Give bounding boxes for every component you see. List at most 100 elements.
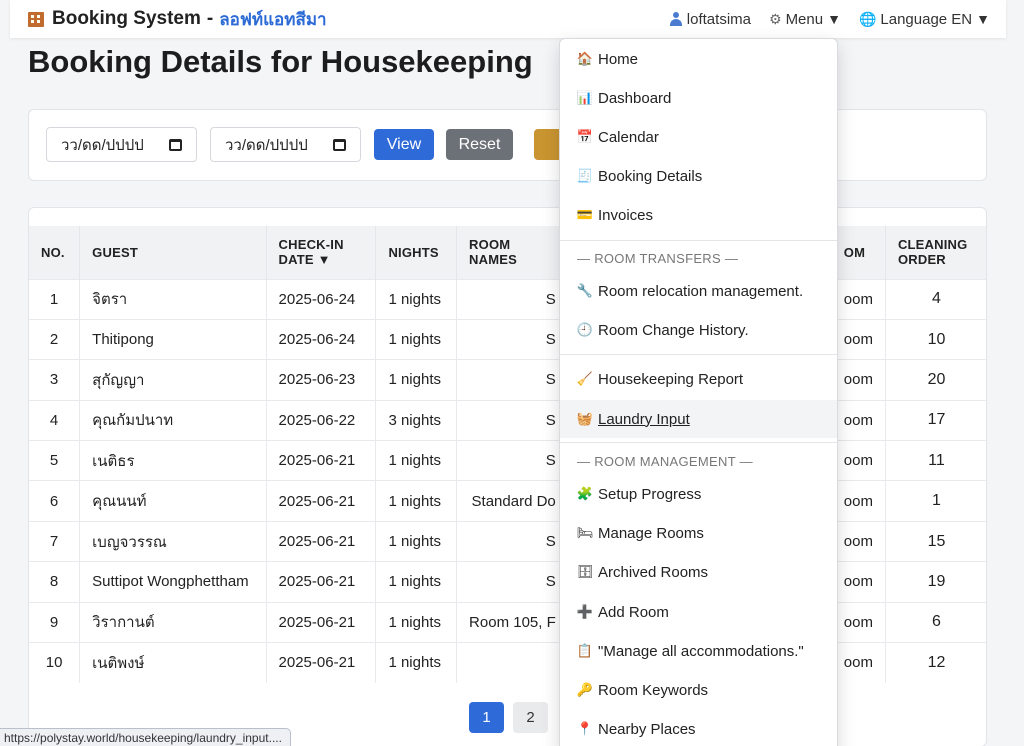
menu-item-room-relocation-management[interactable]: 🔧 Room relocation management. [560,272,837,310]
guest-name: วิรากานต์ [79,601,267,643]
hotel-icon [26,10,46,28]
page-2-button[interactable]: 2 [513,702,548,733]
header-no[interactable]: NO. [29,226,81,279]
bookings-table: NO. GUEST CHECK-IN DATE ▼ NIGHTS ROOM NA… [29,226,986,683]
key-icon: 🔑 [576,682,594,697]
menu-item-label: Room relocation management. [598,282,804,300]
wrench-icon: 🔧 [576,283,594,298]
row-number: 4 [29,399,81,441]
menu-item-calendar[interactable]: 📅 Calendar [560,118,837,156]
start-date-input[interactable]: วว/ดด/ปปปป [46,127,197,162]
table-row: 4 คุณกัมปนาท 2025-06-22 3 nights Soom 17 [29,399,986,441]
language-selector[interactable]: 🌐 Language EN ▼ [859,11,990,28]
menu-item-archived-rooms[interactable]: 🗄 Archived Rooms [560,553,837,591]
menu-item-label: Manage Rooms [598,524,704,542]
reset-button[interactable]: Reset [446,129,513,160]
checkin-date: 2025-06-21 [266,642,377,683]
header-checkin-date[interactable]: CHECK-IN DATE ▼ [266,226,377,279]
menu-item-label: Calendar [598,128,659,146]
row-number: 3 [29,359,81,401]
page-1-button[interactable]: 1 [469,702,504,733]
checkin-date: 2025-06-21 [266,440,377,481]
view-button[interactable]: View [374,129,434,160]
menu-item-label: Booking Details [598,167,703,185]
nights: 1 nights [375,359,458,401]
menu-item-label: Dashboard [598,89,672,107]
calendar-icon[interactable] [333,138,346,151]
clock-icon: 🕘 [576,322,594,337]
menu-item-room-change-history[interactable]: 🕘 Room Change History. [560,311,837,349]
menu-item-dashboard[interactable]: 📊 Dashboard [560,79,837,117]
menu-item-label: Setup Progress [598,485,702,503]
menu-section-heading: — ROOM TRANSFERS — [577,251,739,266]
checkin-date: 2025-06-21 [266,601,377,643]
table-row: 10 เนติพงษ์ 2025-06-21 1 nights oom 12 [29,642,986,683]
menu-item-nearby-places[interactable]: 📍 Nearby Places [560,710,837,746]
room-names: Room 105, F [456,601,569,643]
checkin-date: 2025-06-24 [266,278,377,320]
menu-item-label: "Manage all accommodations." [598,642,804,660]
room-names: S [456,440,569,481]
guest-name: เนติธร [79,440,267,481]
menu-item-booking-details[interactable]: 🧾 Booking Details [560,157,837,195]
menu-item-housekeeping-report[interactable]: 🧹 Housekeeping Report [560,360,837,398]
nights: 1 nights [375,601,458,643]
row-number: 6 [29,480,81,522]
header-room-names[interactable]: ROOM NAMES [456,226,569,279]
nights: 1 nights [375,480,458,522]
table-row: 2 Thitipong 2025-06-24 1 nights Soom 10 [29,318,986,360]
room-names: S [456,359,569,401]
home-icon: 🏠 [576,51,594,66]
guest-name: คุณกัมปนาท [79,399,267,441]
guest-name: จิตรา [79,278,267,320]
calendar-icon[interactable] [169,138,182,151]
brand[interactable]: Booking System - ลอฟท์แอทสีมา [26,6,327,33]
brand-separator: - [206,8,214,29]
menu-item-laundry-input[interactable]: 🧺 Laundry Input [560,400,837,438]
start-date-placeholder: วว/ดด/ปปปป [61,136,144,154]
checkin-date: 2025-06-24 [266,318,377,360]
puzzle-icon: 🧩 [576,486,594,501]
menu-item-setup-progress[interactable]: 🧩 Setup Progress [560,475,837,513]
menu-item-room-keywords[interactable]: 🔑 Room Keywords [560,671,837,709]
brand-property-name: ลอฟท์แอทสีมา [219,9,327,30]
menu-item-label: Nearby Places [598,720,696,738]
user-menu[interactable]: loftatsima [669,11,751,28]
row-number: 5 [29,440,81,481]
menu-label: Menu [785,10,824,28]
menu-item-invoices[interactable]: 💳 Invoices [560,196,837,234]
cleaning-order: 19 [885,561,986,603]
header-cleaning-order[interactable]: CLEANING ORDER [885,226,986,279]
header-nights[interactable]: NIGHTS [375,226,458,279]
guest-name: Thitipong [79,318,267,360]
main-menu-dropdown: 🏠 Home 📊 Dashboard 📅 Calendar 🧾 Booking Details… [559,38,838,746]
menu-item-label: Invoices [598,206,654,224]
row-number: 8 [29,561,81,603]
cleaning-order: 4 [885,278,986,320]
cleaning-order: 15 [885,520,986,562]
menu-item-label: Room Keywords [598,681,709,699]
row-number: 7 [29,520,81,562]
row-number: 2 [29,318,81,360]
table-row: 7 เบญจวรรณ 2025-06-21 1 nights Soom 15 [29,520,986,562]
menu-item-label: Add Room [598,603,669,621]
room-names: S [456,561,569,603]
status-bar-url: https://polystay.world/housekeeping/laun… [0,728,291,746]
dashboard-icon: 📊 [576,90,594,105]
menu-item-manage-all-accommodations[interactable]: 📋 "Manage all accommodations." [560,632,837,670]
menu-item-home[interactable]: 🏠 Home [560,40,837,78]
cleaning-order: 12 [885,642,986,683]
menu-item-add-room[interactable]: ➕ Add Room [560,593,837,631]
room-names: S [456,520,569,562]
header-guest[interactable]: GUEST [79,226,267,279]
guest-name: คุณนนท์ [79,480,267,522]
broom-icon: 🧹 [576,371,594,386]
menu-item-label: Room Change History. [598,321,749,339]
menu-divider [560,240,837,241]
end-date-input[interactable]: วว/ดด/ปปปป [210,127,361,162]
checkin-date: 2025-06-21 [266,520,377,562]
calendar-icon: 📅 [576,129,594,144]
menu-item-manage-rooms[interactable]: 🛏 Manage Rooms [560,514,837,552]
cleaning-order: 17 [885,399,986,441]
main-menu-toggle[interactable]: ⚙ Menu ▼ [769,11,841,28]
